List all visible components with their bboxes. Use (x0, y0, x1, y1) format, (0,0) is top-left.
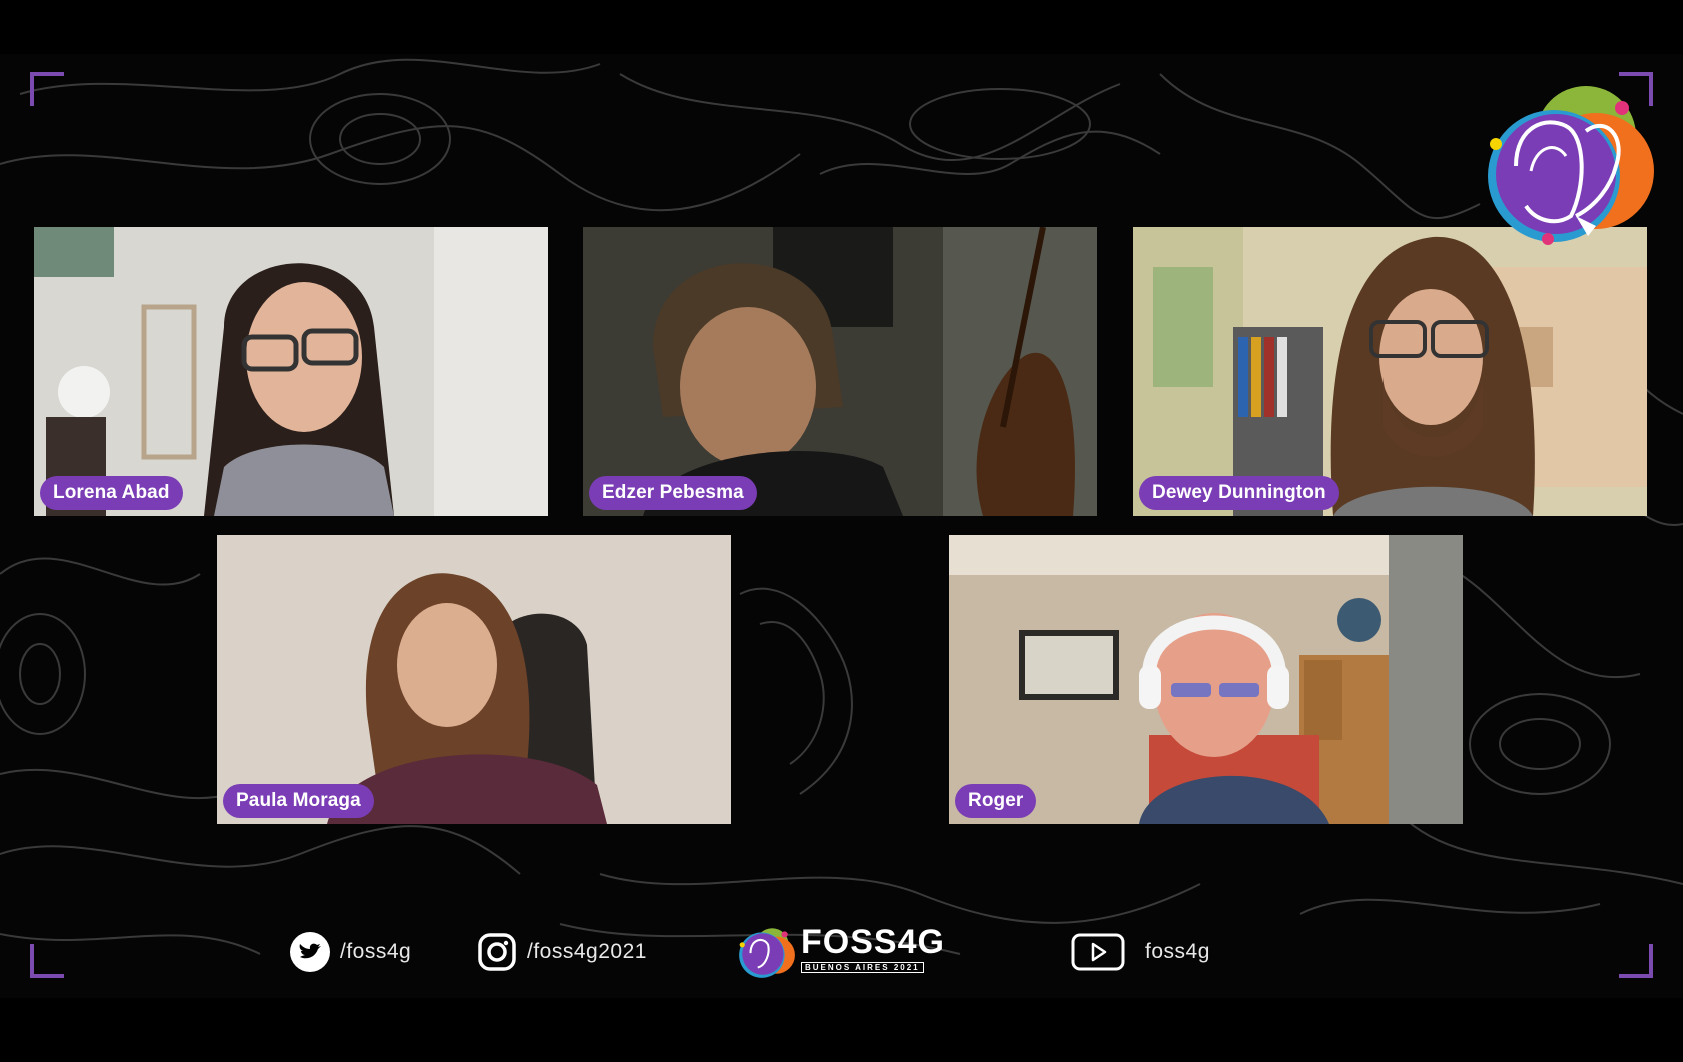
video-tile-roger[interactable]: Roger (949, 535, 1463, 824)
instagram-handle: /foss4g2021 (527, 940, 647, 963)
twitter-link[interactable]: /foss4g (290, 932, 411, 972)
participant-video (34, 227, 548, 516)
participant-video (1133, 227, 1647, 516)
video-tile-dewey-dunnington[interactable]: Dewey Dunnington (1133, 227, 1647, 516)
participant-name-tag: Roger (955, 784, 1037, 818)
stream-stage: Lorena Abad Edzer Pebesma Dewey Dunningt… (0, 54, 1683, 998)
participant-video (583, 227, 1097, 516)
video-tile-paula-moraga[interactable]: Paula Moraga (217, 535, 731, 824)
video-tile-edzer-pebesma[interactable]: Edzer Pebesma (583, 227, 1097, 516)
participant-name-tag: Paula Moraga (223, 784, 374, 818)
youtube-link[interactable]: foss4g (1071, 932, 1210, 972)
foss4g-logo (1488, 86, 1654, 245)
twitter-icon (290, 932, 330, 972)
video-tile-lorena-abad[interactable]: Lorena Abad (34, 227, 548, 516)
foss4g-brand: FOSS4G BUENOS AIRES 2021 (735, 920, 945, 982)
participant-name-tag: Dewey Dunnington (1139, 476, 1339, 510)
social-footer: /foss4g /foss4g2021 FOSS4G BUENOS AIRES … (0, 924, 1683, 984)
youtube-icon (1071, 933, 1125, 971)
foss4g-subtitle: BUENOS AIRES 2021 (801, 962, 924, 973)
participant-video (949, 535, 1463, 824)
foss4g-small-logo (739, 928, 795, 978)
instagram-link[interactable]: /foss4g2021 (477, 932, 647, 972)
youtube-handle: foss4g (1145, 940, 1210, 963)
participant-name-tag: Lorena Abad (40, 476, 183, 510)
participant-video (217, 535, 731, 824)
twitter-handle: /foss4g (340, 940, 412, 963)
participant-name-tag: Edzer Pebesma (589, 476, 757, 510)
foss4g-wordmark: FOSS4G (801, 923, 945, 961)
topographic-contour-background (0, 58, 1683, 955)
frame-corner-top-left (30, 72, 64, 106)
instagram-icon (478, 933, 516, 971)
